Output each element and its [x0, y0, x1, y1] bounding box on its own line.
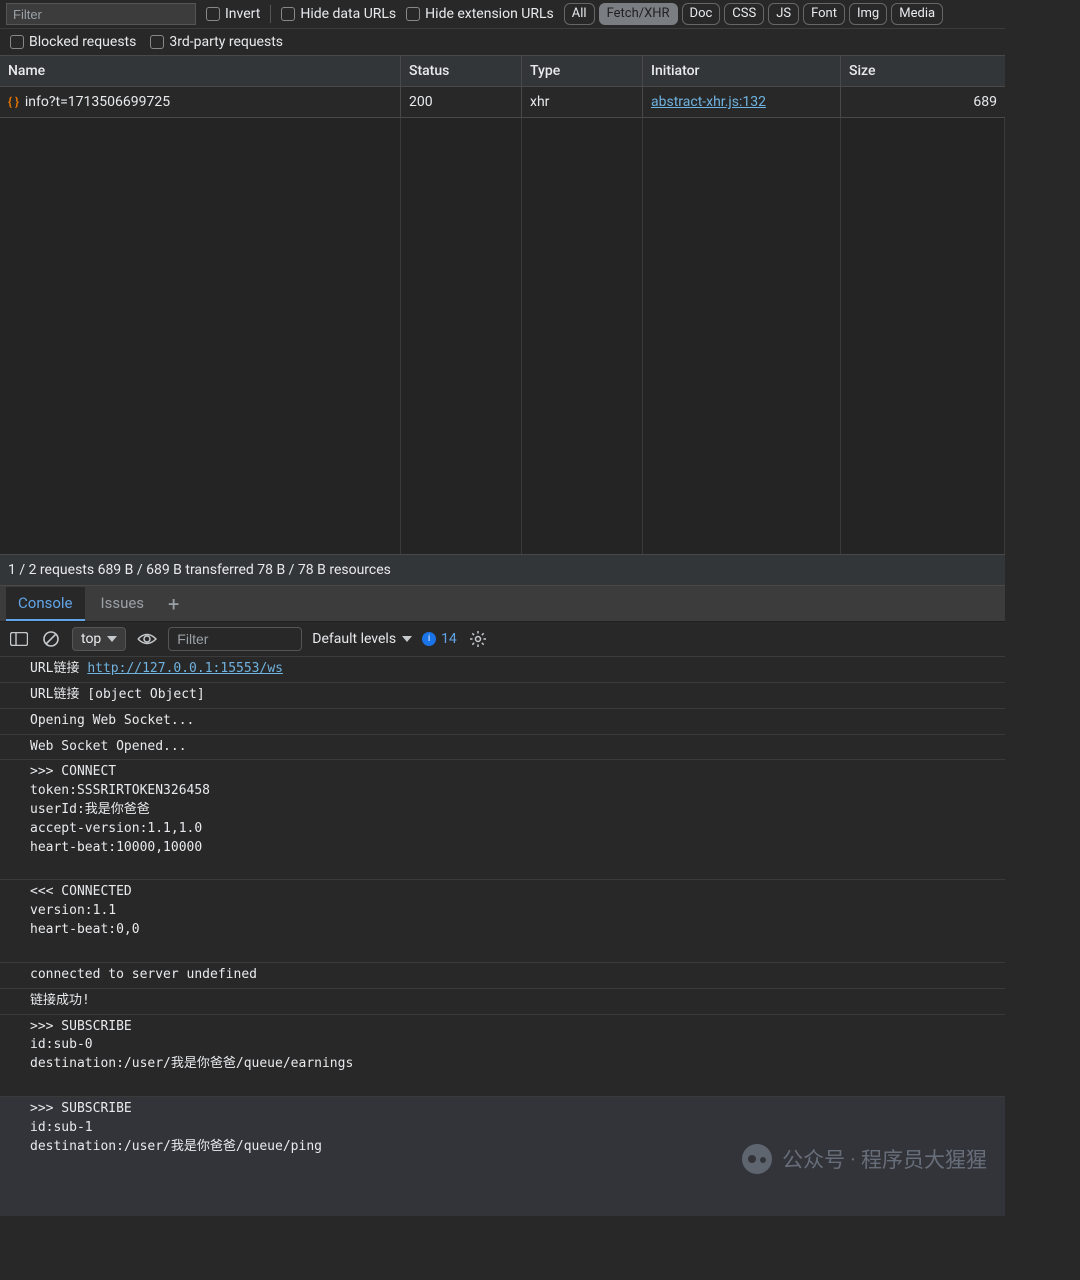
hide-data-urls-checkbox[interactable]: Hide data URLs: [281, 6, 396, 22]
blocked-label: Blocked requests: [29, 34, 136, 50]
th-name[interactable]: Name: [0, 56, 401, 86]
log-line: Web Socket Opened...: [0, 735, 1005, 761]
hide-extension-urls-label: Hide extension URLs: [425, 6, 554, 22]
table-row[interactable]: { } info?t=1713506699725 200 xhr abstract…: [0, 87, 1005, 118]
log-line: URL链接 http://127.0.0.1:15553/ws: [0, 657, 1005, 683]
levels-label: Default levels: [312, 631, 396, 647]
network-filter-bar-row2: Blocked requests 3rd-party requests: [0, 29, 1005, 56]
invert-label: Invert: [225, 6, 260, 22]
third-party-checkbox[interactable]: 3rd-party requests: [150, 34, 283, 50]
info-icon: i: [422, 632, 436, 646]
chevron-down-icon: [402, 636, 412, 642]
pill-js[interactable]: JS: [768, 3, 799, 25]
issue-count: 14: [441, 631, 457, 647]
log-line: connected to server undefined: [0, 963, 1005, 989]
add-tab-button[interactable]: +: [160, 592, 187, 616]
issues-badge[interactable]: i 14: [422, 631, 457, 647]
drawer-tabs: Console Issues +: [0, 586, 1005, 622]
log-levels-selector[interactable]: Default levels: [312, 631, 412, 647]
context-selector[interactable]: top: [72, 627, 126, 651]
console-filter-input[interactable]: [168, 627, 302, 651]
th-initiator[interactable]: Initiator: [643, 56, 841, 86]
clear-console-icon[interactable]: [40, 628, 62, 650]
network-summary: 1 / 2 requests 689 B / 689 B transferred…: [0, 554, 1005, 586]
network-table: Name Status Type Initiator Size { } info?…: [0, 56, 1005, 554]
settings-gear-icon[interactable]: [467, 628, 489, 650]
pill-css[interactable]: CSS: [724, 3, 764, 25]
pill-fetch-xhr[interactable]: Fetch/XHR: [599, 3, 678, 25]
context-label: top: [81, 631, 101, 647]
hide-data-urls-label: Hide data URLs: [300, 6, 396, 22]
toggle-sidebar-icon[interactable]: [8, 628, 30, 650]
log-line: 链接成功!: [0, 989, 1005, 1015]
pill-img[interactable]: Img: [849, 3, 887, 25]
td-initiator: abstract-xhr.js:132: [643, 87, 841, 117]
initiator-link[interactable]: abstract-xhr.js:132: [651, 94, 766, 110]
hide-extension-urls-checkbox[interactable]: Hide extension URLs: [406, 6, 554, 22]
td-status: 200: [401, 87, 522, 117]
log-line: >>> SUBSCRIBE id:sub-0 destination:/user…: [0, 1015, 1005, 1097]
blocked-requests-checkbox[interactable]: Blocked requests: [10, 34, 136, 50]
th-type[interactable]: Type: [522, 56, 643, 86]
tab-issues[interactable]: Issues: [89, 587, 157, 621]
log-url-link[interactable]: http://127.0.0.1:15553/ws: [87, 661, 283, 676]
th-size[interactable]: Size: [841, 56, 1005, 86]
chevron-down-icon: [107, 636, 117, 642]
log-line: >>> CONNECT token:SSSRIRTOKEN326458 user…: [0, 760, 1005, 880]
network-filter-bar: Invert Hide data URLs Hide extension URL…: [0, 0, 1005, 29]
invert-checkbox[interactable]: Invert: [206, 6, 260, 22]
log-line: Opening Web Socket...: [0, 709, 1005, 735]
log-line: URL链接 [object Object]: [0, 683, 1005, 709]
log-text: URL链接: [30, 661, 87, 676]
tab-console[interactable]: Console: [6, 587, 85, 621]
pill-doc[interactable]: Doc: [682, 3, 721, 25]
live-expression-icon[interactable]: [136, 628, 158, 650]
td-name: { } info?t=1713506699725: [0, 87, 401, 117]
pill-all[interactable]: All: [564, 3, 595, 25]
json-icon: { }: [8, 95, 19, 109]
network-table-header: Name Status Type Initiator Size: [0, 56, 1005, 87]
pill-font[interactable]: Font: [803, 3, 845, 25]
log-line: <<< CONNECTED version:1.1 heart-beat:0,0: [0, 880, 1005, 962]
network-empty-area: [0, 118, 1005, 554]
th-status[interactable]: Status: [401, 56, 522, 86]
td-size: 689: [841, 87, 1005, 117]
network-filter-input[interactable]: [6, 3, 196, 25]
log-line: >>> SUBSCRIBE id:sub-1 destination:/user…: [0, 1097, 1005, 1217]
console-toolbar: top Default levels i 14: [0, 622, 1005, 657]
console-log[interactable]: URL链接 http://127.0.0.1:15553/ws URL链接 [o…: [0, 657, 1005, 1216]
third-party-label: 3rd-party requests: [169, 34, 283, 50]
request-name: info?t=1713506699725: [25, 94, 170, 110]
pill-media[interactable]: Media: [891, 3, 943, 25]
td-type: xhr: [522, 87, 643, 117]
resource-type-pills: All Fetch/XHR Doc CSS JS Font Img Media: [564, 3, 943, 25]
divider: [270, 5, 271, 23]
